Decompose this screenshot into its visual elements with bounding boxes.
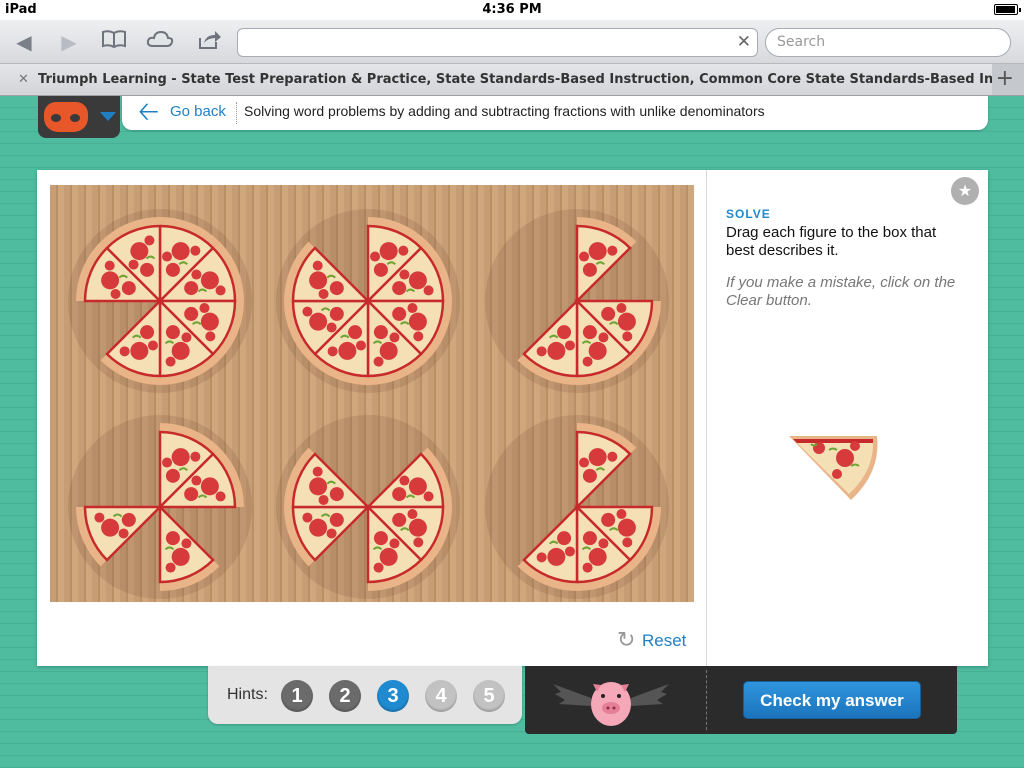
clear-icon[interactable]: ✕ [737, 32, 751, 52]
check-answer-button[interactable]: Check my answer [743, 681, 921, 719]
flying-pig-icon [553, 682, 669, 726]
reset-icon: ↻ [617, 627, 636, 652]
new-tab-icon[interactable]: + [996, 68, 1014, 90]
app-header: 🡠 Go back Solving word problems by addin… [30, 96, 990, 138]
pizza-figure[interactable] [68, 415, 252, 599]
battery-icon [994, 4, 1021, 15]
status-bar: iPad 4:36 PM [0, 0, 1024, 20]
star-icon[interactable]: ★ [951, 177, 979, 205]
divider [236, 102, 237, 124]
bookmarks-icon[interactable] [100, 29, 128, 55]
pizza-figures [68, 209, 669, 599]
reset-button[interactable]: ↻ Reset [617, 629, 686, 653]
hint-2-button[interactable]: 2 [329, 680, 361, 712]
instruction-text: Drag each figure to the box that best de… [726, 224, 937, 259]
pizza-figure[interactable] [485, 209, 669, 393]
tab-bar: ✕ Triumph Learning - State Test Preparat… [0, 64, 1024, 96]
back-arrow-icon: 🡠 [138, 96, 160, 126]
app-menu-button[interactable] [38, 96, 120, 138]
activity-card: ★ SOLVE Drag each figure to the box that… [37, 170, 988, 666]
pizza-figure[interactable] [276, 209, 460, 393]
panel-divider [706, 170, 707, 666]
hints-label: Hints: [227, 686, 268, 703]
hint-1-button[interactable]: 1 [281, 680, 313, 712]
answer-bar: Check my answer [525, 666, 957, 734]
go-back-button[interactable]: 🡠 Go back [138, 96, 226, 126]
divider [706, 670, 707, 730]
cat-logo-icon [44, 102, 88, 132]
clock: 4:36 PM [482, 2, 542, 17]
pizza-figure[interactable] [485, 415, 669, 599]
reset-label: Reset [642, 631, 687, 650]
address-bar[interactable]: ✕ [237, 28, 758, 57]
go-back-label: Go back [170, 103, 226, 120]
browser-tab[interactable]: ✕ Triumph Learning - State Test Preparat… [0, 64, 992, 95]
close-tab-icon[interactable]: ✕ [18, 64, 29, 95]
hint-3-button[interactable]: 3 [377, 680, 409, 712]
lesson-title: Solving word problems by adding and subt… [244, 103, 765, 119]
pizza-figure[interactable] [68, 209, 252, 393]
browser-toolbar: ◀ ▶ ✕ Search [0, 20, 1024, 64]
icloud-tabs-icon[interactable] [146, 29, 174, 55]
share-icon[interactable] [195, 29, 223, 55]
pizza-figure[interactable] [276, 415, 460, 599]
pizza-board [50, 185, 694, 602]
back-arrow-icon[interactable]: ◀ [10, 29, 38, 55]
hint-4-button[interactable]: 4 [425, 680, 457, 712]
chevron-down-icon [100, 112, 116, 121]
search-input[interactable]: Search [765, 28, 1011, 57]
forward-arrow-icon[interactable]: ▶ [55, 29, 83, 55]
mistake-note: If you make a mistake, click on the Clea… [726, 274, 956, 309]
hints-panel: Hints: 1 2 3 4 5 [208, 666, 522, 724]
breadcrumb: 🡠 Go back Solving word problems by addin… [122, 96, 988, 130]
draggable-pizza-slice[interactable] [789, 432, 885, 504]
hint-5-button[interactable]: 5 [473, 680, 505, 712]
solve-heading: SOLVE [726, 207, 771, 221]
tab-title: Triumph Learning - State Test Preparatio… [38, 72, 992, 87]
